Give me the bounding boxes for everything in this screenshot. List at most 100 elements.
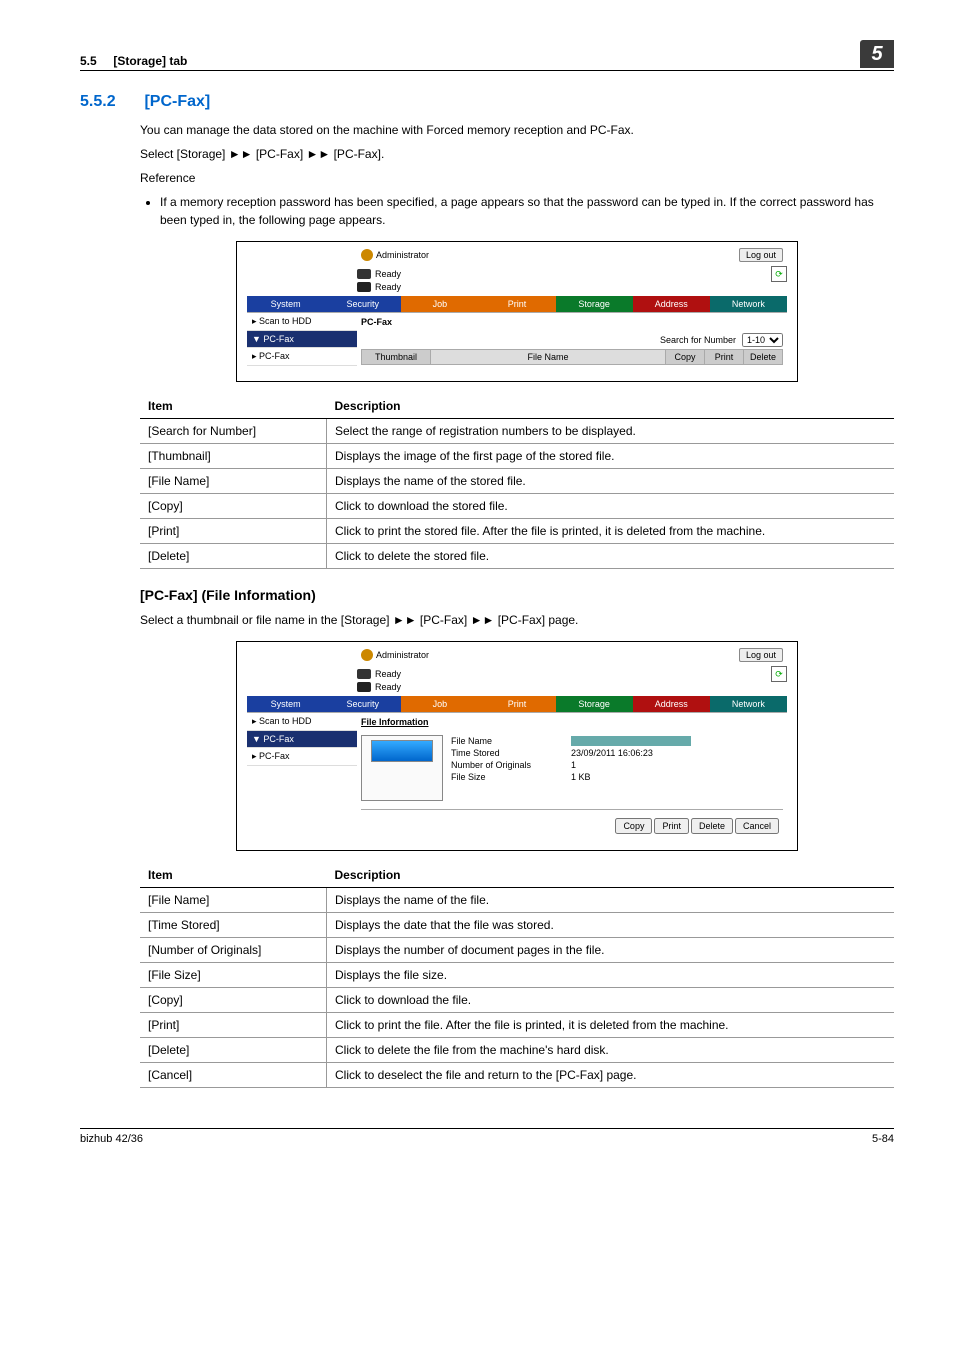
sidebar-pcfax[interactable]: ▸ PC-Fax xyxy=(247,748,357,766)
section-title: [Storage] tab xyxy=(113,54,187,68)
tab-print[interactable]: Print xyxy=(478,296,555,312)
th-desc: Description xyxy=(327,863,895,888)
tab-system[interactable]: System xyxy=(247,296,324,312)
sidebar: ▸ Scan to HDD ▼ PC-Fax ▸ PC-Fax xyxy=(247,313,357,367)
cancel-button[interactable]: Cancel xyxy=(735,818,779,834)
delete-button[interactable]: Delete xyxy=(691,818,733,834)
col-filename: File Name xyxy=(431,350,666,364)
tab-storage[interactable]: Storage xyxy=(556,296,633,312)
tab-job[interactable]: Job xyxy=(401,696,478,712)
table-fileinfo-items: Item Description [File Name]Displays the… xyxy=(140,863,894,1088)
tab-print[interactable]: Print xyxy=(478,696,555,712)
search-for-number-label: Search for Number xyxy=(660,335,736,345)
copy-button[interactable]: Copy xyxy=(615,818,652,834)
table-row: [Print]Click to print the stored file. A… xyxy=(140,519,894,544)
table-row: [Search for Number]Select the range of r… xyxy=(140,419,894,444)
tab-address[interactable]: Address xyxy=(633,296,710,312)
table-row: [File Name]Displays the name of the stor… xyxy=(140,469,894,494)
table-row: [Copy]Click to download the file. xyxy=(140,988,894,1013)
status-ready-2b: Ready xyxy=(375,682,401,692)
status-ready-2: Ready xyxy=(375,282,401,292)
refresh-icon[interactable]: ⟳ xyxy=(771,266,787,282)
th-desc: Description xyxy=(327,394,895,419)
col-thumbnail[interactable]: Thumbnail xyxy=(362,350,431,364)
table-row: [Number of Originals]Displays the number… xyxy=(140,938,894,963)
status-ready-1b: Ready xyxy=(375,669,401,679)
col-print: Print xyxy=(705,350,744,364)
file-info-values: File Name Time Stored23/09/2011 16:06:23… xyxy=(451,735,691,801)
table-row: [Delete]Click to delete the stored file. xyxy=(140,544,894,569)
kv-filesize-key: File Size xyxy=(451,772,551,782)
tab-storage[interactable]: Storage xyxy=(556,696,633,712)
heading-title: [PC-Fax] xyxy=(144,93,210,110)
section-number: 5.5 xyxy=(80,54,97,68)
th-item: Item xyxy=(140,863,327,888)
sidebar-scan-to-hdd[interactable]: ▸ Scan to HDD xyxy=(247,713,357,731)
footer-page: 5-84 xyxy=(872,1133,894,1145)
file-list-header: Thumbnail File Name Copy Print Delete xyxy=(361,349,783,365)
scanner-icon xyxy=(357,682,371,692)
tab-system[interactable]: System xyxy=(247,696,324,712)
kv-timestored-key: Time Stored xyxy=(451,748,551,758)
tab-security[interactable]: Security xyxy=(324,696,401,712)
tab-bar: System Security Job Print Storage Addres… xyxy=(247,296,787,312)
kv-numoriginals-val: 1 xyxy=(571,760,576,770)
status-ready-1: Ready xyxy=(375,269,401,279)
reference-label: Reference xyxy=(140,169,894,187)
kv-filesize-val: 1 KB xyxy=(571,772,591,782)
sidebar-pcfax-header[interactable]: ▼ PC-Fax xyxy=(247,731,357,748)
admin-icon xyxy=(361,649,373,661)
intro-p1: You can manage the data stored on the ma… xyxy=(140,121,894,139)
refresh-icon[interactable]: ⟳ xyxy=(771,666,787,682)
tab-security[interactable]: Security xyxy=(324,296,401,312)
kv-numoriginals-key: Number of Originals xyxy=(451,760,551,770)
admin-label: Administrator xyxy=(376,250,429,260)
table-row: [Cancel]Click to deselect the file and r… xyxy=(140,1063,894,1088)
print-button[interactable]: Print xyxy=(654,818,689,834)
admin-icon xyxy=(361,249,373,261)
reference-list: If a memory reception password has been … xyxy=(160,193,894,229)
col-copy: Copy xyxy=(666,350,705,364)
table-row: [Time Stored]Displays the date that the … xyxy=(140,913,894,938)
table-row: [Delete]Click to delete the file from th… xyxy=(140,1038,894,1063)
heading-552: 5.5.2 [PC-Fax] xyxy=(80,93,894,111)
sidebar-pcfax[interactable]: ▸ PC-Fax xyxy=(247,348,357,366)
sidebar: ▸ Scan to HDD ▼ PC-Fax ▸ PC-Fax xyxy=(247,713,357,836)
intro-p2: Select [Storage] ►► [PC-Fax] ►► [PC-Fax]… xyxy=(140,145,894,163)
heading-file-info: [PC-Fax] (File Information) xyxy=(140,587,894,603)
footer-model: bizhub 42/36 xyxy=(80,1133,143,1145)
page-footer: bizhub 42/36 5-84 xyxy=(80,1128,894,1145)
table-row: [Thumbnail]Displays the image of the fir… xyxy=(140,444,894,469)
kv-filename-val xyxy=(571,736,691,746)
th-item: Item xyxy=(140,394,327,419)
table-row: [Copy]Click to download the stored file. xyxy=(140,494,894,519)
col-delete: Delete xyxy=(744,350,782,364)
file-info-intro: Select a thumbnail or file name in the [… xyxy=(140,611,894,629)
tab-job[interactable]: Job xyxy=(401,296,478,312)
logout-button[interactable]: Log out xyxy=(739,648,783,662)
search-for-number-select[interactable]: 1-10 xyxy=(742,333,783,347)
reference-item: If a memory reception password has been … xyxy=(160,193,894,229)
screenshot-file-info: Administrator Log out Ready ⟳ Ready Syst… xyxy=(236,641,798,851)
table-pcfax-items: Item Description [Search for Number]Sele… xyxy=(140,394,894,569)
logout-button[interactable]: Log out xyxy=(739,248,783,262)
panel-title: PC-Fax xyxy=(361,315,783,331)
tab-address[interactable]: Address xyxy=(633,696,710,712)
kv-timestored-val: 23/09/2011 16:06:23 xyxy=(571,748,653,758)
file-thumbnail[interactable] xyxy=(361,735,443,801)
admin-label: Administrator xyxy=(376,650,429,660)
chapter-badge: 5 xyxy=(860,40,894,68)
printer-icon xyxy=(357,669,371,679)
table-row: [File Size]Displays the file size. xyxy=(140,963,894,988)
printer-icon xyxy=(357,269,371,279)
tab-network[interactable]: Network xyxy=(710,696,787,712)
sidebar-pcfax-header[interactable]: ▼ PC-Fax xyxy=(247,331,357,348)
panel-title: File Information xyxy=(361,715,783,731)
sidebar-scan-to-hdd[interactable]: ▸ Scan to HDD xyxy=(247,313,357,331)
tab-network[interactable]: Network xyxy=(710,296,787,312)
tab-bar: System Security Job Print Storage Addres… xyxy=(247,696,787,712)
heading-num: 5.5.2 xyxy=(80,93,140,111)
table-row: [Print]Click to print the file. After th… xyxy=(140,1013,894,1038)
table-row: [File Name]Displays the name of the file… xyxy=(140,888,894,913)
page-header: 5.5 [Storage] tab 5 xyxy=(80,40,894,71)
